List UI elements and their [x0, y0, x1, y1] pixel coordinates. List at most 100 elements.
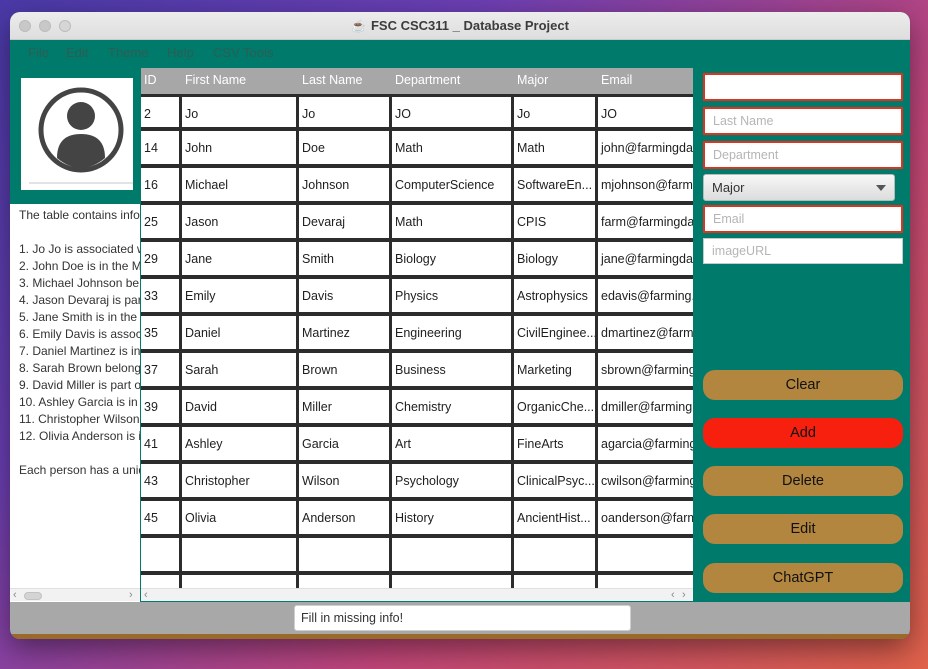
table-row[interactable]: 29 Jane Smith Biology Biology jane@farmingda [141, 242, 693, 279]
table-row[interactable] [141, 538, 693, 575]
table-cell-id[interactable]: 41 [141, 427, 182, 460]
table-cell-major[interactable]: Astrophysics [514, 279, 598, 312]
column-header-major[interactable]: Major [517, 73, 548, 87]
image-url-field[interactable]: imageURL [703, 238, 903, 264]
major-select[interactable]: Major [703, 174, 895, 201]
table-cell-major[interactable]: Marketing [514, 353, 598, 386]
delete-button[interactable]: Delete [703, 466, 903, 496]
column-header-id[interactable]: ID [144, 73, 157, 87]
table-cell-email[interactable]: farm@farmingda [598, 205, 693, 238]
table-cell-id[interactable]: 39 [141, 390, 182, 423]
table-cell-email[interactable]: john@farmingda [598, 131, 693, 164]
table-cell-department[interactable]: Math [392, 205, 514, 238]
table-cell-last-name[interactable]: Smith [299, 242, 392, 275]
menu-file[interactable]: File [28, 45, 49, 60]
menu-csv-tools[interactable]: CSV Tools [213, 45, 273, 60]
table-cell-department[interactable]: Business [392, 353, 514, 386]
table-row[interactable]: 45 Olivia Anderson History AncientHist... oan… [141, 501, 693, 538]
table-cell-department[interactable]: History [392, 501, 514, 534]
clear-button[interactable]: Clear [703, 370, 903, 400]
table-row[interactable]: 25 Jason Devaraj Math CPIS farm@farmingda [141, 205, 693, 242]
table-cell-department[interactable] [392, 538, 514, 571]
table-cell-department[interactable]: Physics [392, 279, 514, 312]
scroll-right-icon[interactable]: ‹ [671, 589, 675, 601]
table-cell-last-name[interactable]: Doe [299, 131, 392, 164]
table-cell-email[interactable]: cwilson@farming [598, 464, 693, 497]
table-cell-first-name[interactable]: Jason [182, 205, 299, 238]
table-cell-first-name[interactable]: Emily [182, 279, 299, 312]
table-cell-id[interactable]: 29 [141, 242, 182, 275]
scroll-right-icon[interactable]: › [129, 589, 133, 601]
email-field[interactable]: Email [703, 205, 903, 233]
table-cell-department[interactable]: Math [392, 131, 514, 164]
scroll-thumb[interactable] [24, 592, 42, 600]
table-cell-last-name[interactable]: Anderson [299, 501, 392, 534]
table-cell-email[interactable]: agarcia@farming [598, 427, 693, 460]
table-row[interactable]: 14 John Doe Math Math john@farmingda [141, 131, 693, 168]
records-table[interactable]: ID First Name Last Name Department Major… [141, 68, 693, 601]
table-cell-major[interactable]: Math [514, 131, 598, 164]
table-cell-major[interactable]: CPIS [514, 205, 598, 238]
profile-image[interactable] [21, 78, 133, 190]
table-cell-first-name[interactable]: David [182, 390, 299, 423]
table-cell-last-name[interactable]: Brown [299, 353, 392, 386]
table-cell-id[interactable]: 33 [141, 279, 182, 312]
first-name-field[interactable] [703, 73, 903, 101]
table-horizontal-scrollbar[interactable]: ‹ ‹ › [141, 588, 693, 601]
table-cell-major[interactable]: AncientHist... [514, 501, 598, 534]
menu-help[interactable]: Help [167, 45, 194, 60]
table-cell-department[interactable]: ComputerScience [392, 168, 514, 201]
table-cell-department[interactable]: Chemistry [392, 390, 514, 423]
table-cell-email[interactable]: jane@farmingda [598, 242, 693, 275]
table-cell-first-name[interactable]: Daniel [182, 316, 299, 349]
table-cell-major[interactable]: FineArts [514, 427, 598, 460]
table-cell-email[interactable]: dmiller@farming [598, 390, 693, 423]
table-cell-first-name[interactable]: John [182, 131, 299, 164]
scroll-left-icon[interactable]: ‹ [13, 589, 17, 601]
table-cell-department[interactable]: Engineering [392, 316, 514, 349]
table-cell-email[interactable]: oanderson@farm [598, 501, 693, 534]
description-panel[interactable]: The table contains info 1. Jo Jo is assoc… [10, 204, 140, 603]
table-row[interactable]: 16 Michael Johnson ComputerScience SoftwareE… [141, 168, 693, 205]
table-cell-major[interactable]: Biology [514, 242, 598, 275]
table-row[interactable]: 43 Christopher Wilson Psychology ClinicalPsy… [141, 464, 693, 501]
table-cell-major[interactable]: SoftwareEn... [514, 168, 598, 201]
table-cell-last-name[interactable] [299, 538, 392, 571]
table-cell-major[interactable]: Jo [514, 97, 598, 130]
menu-theme[interactable]: Theme [108, 45, 148, 60]
table-cell-id[interactable]: 25 [141, 205, 182, 238]
table-row[interactable]: 33 Emily Davis Physics Astrophysics edavis@fa… [141, 279, 693, 316]
table-cell-last-name[interactable]: Miller [299, 390, 392, 423]
edit-button[interactable]: Edit [703, 514, 903, 544]
table-cell-first-name[interactable]: Michael [182, 168, 299, 201]
scroll-left-icon[interactable]: ‹ [144, 589, 148, 601]
column-header-department[interactable]: Department [395, 73, 460, 87]
table-cell-first-name[interactable]: Jane [182, 242, 299, 275]
table-cell-first-name[interactable]: Olivia [182, 501, 299, 534]
table-cell-id[interactable]: 45 [141, 501, 182, 534]
last-name-field[interactable]: Last Name [703, 107, 903, 135]
table-cell-id[interactable]: 2 [141, 97, 182, 130]
table-cell-first-name[interactable]: Ashley [182, 427, 299, 460]
table-cell-major[interactable]: CivilEnginee... [514, 316, 598, 349]
chatgpt-button[interactable]: ChatGPT [703, 563, 903, 593]
table-cell-email[interactable]: mjohnson@farm [598, 168, 693, 201]
add-button[interactable]: Add [703, 418, 903, 448]
description-horizontal-scrollbar[interactable]: ‹ › [10, 588, 140, 601]
table-cell-major[interactable] [514, 538, 598, 571]
scroll-right-icon[interactable]: › [682, 589, 686, 601]
table-row[interactable]: 2 Jo Jo JO Jo JO [141, 94, 693, 131]
table-cell-last-name[interactable]: Devaraj [299, 205, 392, 238]
column-header-first-name[interactable]: First Name [185, 73, 246, 87]
table-cell-id[interactable]: 16 [141, 168, 182, 201]
column-header-last-name[interactable]: Last Name [302, 73, 362, 87]
table-row[interactable]: 35 Daniel Martinez Engineering CivilEnginee.… [141, 316, 693, 353]
table-cell-department[interactable]: Psychology [392, 464, 514, 497]
table-cell-last-name[interactable]: Johnson [299, 168, 392, 201]
department-field[interactable]: Department [703, 141, 903, 169]
table-cell-first-name[interactable] [182, 538, 299, 571]
table-row[interactable]: 39 David Miller Chemistry OrganicChe... dmill… [141, 390, 693, 427]
table-cell-first-name[interactable]: Sarah [182, 353, 299, 386]
table-row[interactable]: 37 Sarah Brown Business Marketing sbrown@farm… [141, 353, 693, 390]
table-cell-email[interactable] [598, 538, 693, 571]
